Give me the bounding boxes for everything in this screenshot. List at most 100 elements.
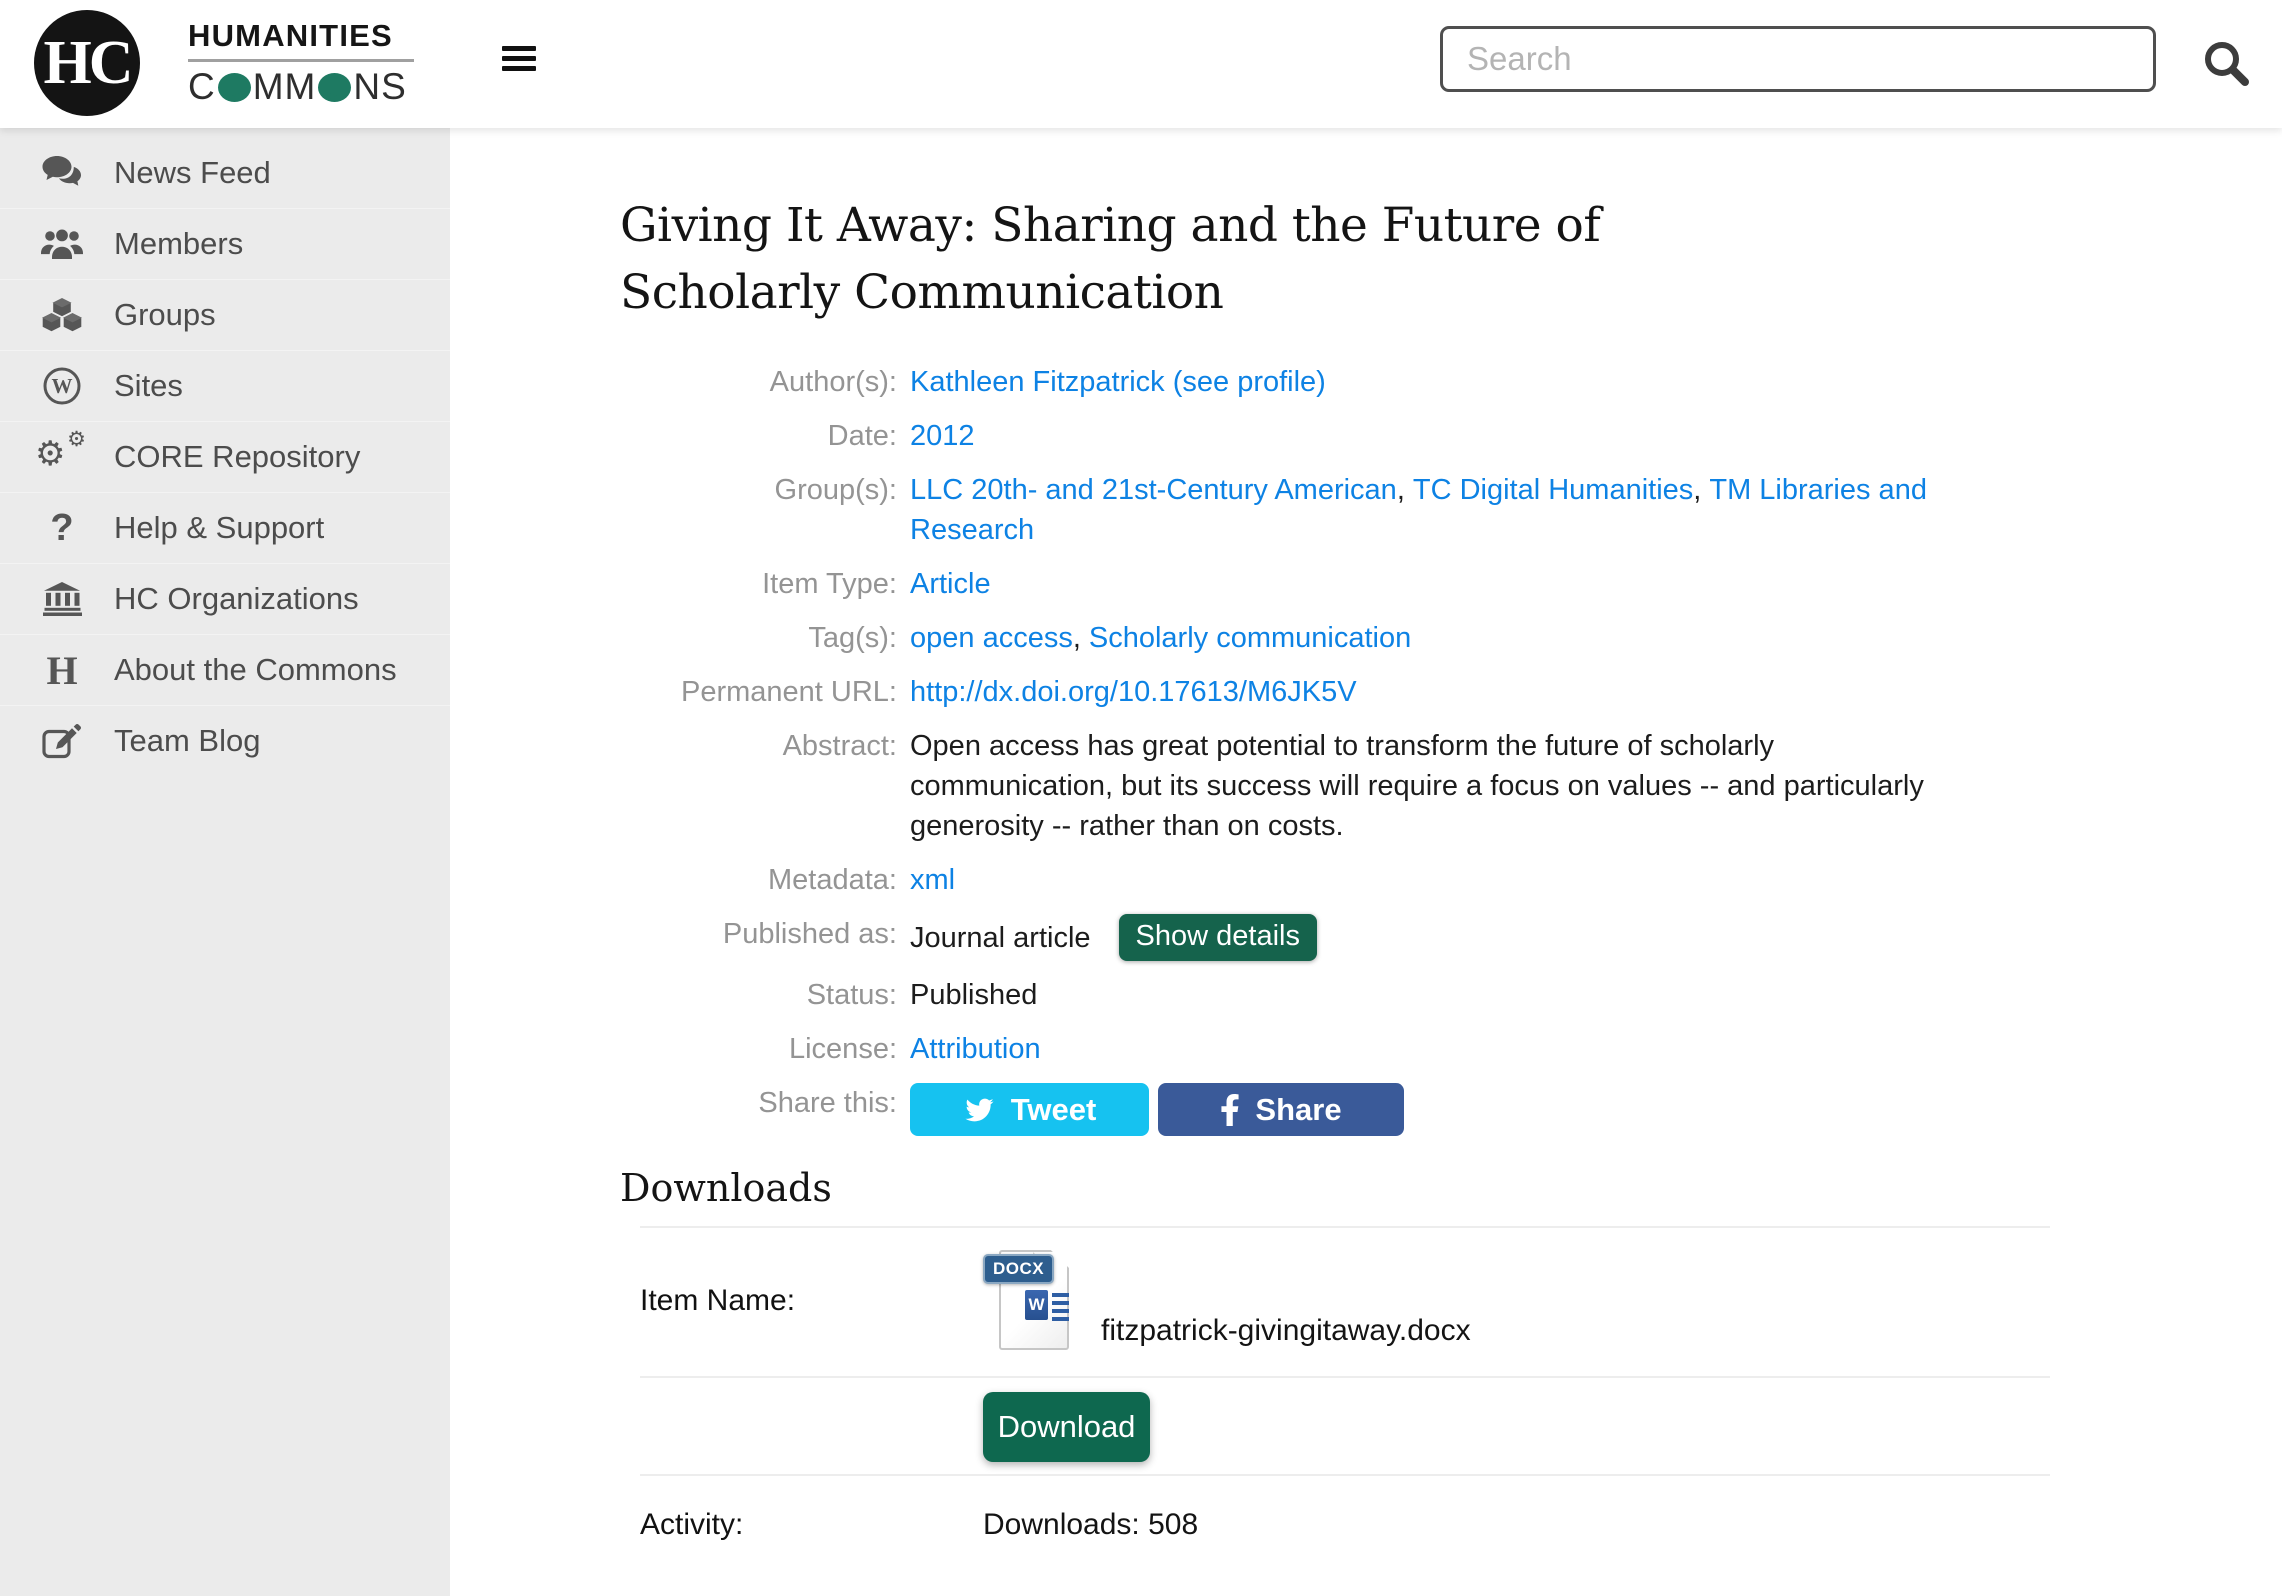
meta-row-metadata: Metadata: xml xyxy=(620,860,2282,900)
logo-commons-mm: MM xyxy=(253,66,317,108)
item-metadata: Author(s): Kathleen Fitzpatrick (see pro… xyxy=(620,362,2282,1136)
sidebar-item-news-feed[interactable]: News Feed xyxy=(0,138,450,208)
download-row: Download xyxy=(620,1378,2085,1474)
word-logo: W xyxy=(1025,1290,1078,1321)
sidebar-item-label: Groups xyxy=(114,297,216,333)
show-details-button[interactable]: Show details xyxy=(1119,914,1317,961)
sidebar-item-label: Members xyxy=(114,226,243,262)
meta-row-author: Author(s): Kathleen Fitzpatrick (see pro… xyxy=(620,362,2282,402)
meta-label: Author(s): xyxy=(620,362,897,402)
sidebar-item-label: HC Organizations xyxy=(114,581,359,617)
activity-row: Activity: Downloads: 508 xyxy=(620,1476,2085,1552)
meta-row-published-as: Published as: Journal article Show detai… xyxy=(620,914,2282,961)
downloads-section: Downloads Item Name: W DOCX fitzpat xyxy=(620,1166,2085,1552)
search-input[interactable] xyxy=(1440,26,2156,92)
tweet-button[interactable]: Tweet xyxy=(910,1083,1149,1136)
published-as-value: Journal article xyxy=(910,918,1091,958)
metadata-xml-link[interactable]: xml xyxy=(910,864,955,896)
facebook-share-button[interactable]: Share xyxy=(1158,1083,1404,1136)
meta-label: Date: xyxy=(620,416,897,456)
meta-label: Item Type: xyxy=(620,564,897,604)
meta-label: Published as: xyxy=(620,914,897,961)
group-link[interactable]: TC Digital Humanities xyxy=(1413,474,1693,506)
sidebar-item-label: About the Commons xyxy=(114,652,397,688)
sidebar-item-core-repository[interactable]: ⚙ ⚙ CORE Repository xyxy=(0,421,450,492)
separator: , xyxy=(1693,474,1701,506)
meta-row-abstract: Abstract: Open access has great potentia… xyxy=(620,726,2282,846)
speech-bubble-icon xyxy=(218,73,251,102)
facebook-icon xyxy=(1220,1093,1240,1127)
separator: , xyxy=(1397,474,1405,506)
group-link[interactable]: LLC 20th- and 21st-Century American xyxy=(910,474,1397,506)
sidebar-item-help-support[interactable]: ? Help & Support xyxy=(0,492,450,563)
meta-label: Tag(s): xyxy=(620,618,897,658)
meta-label: Permanent URL: xyxy=(620,672,897,712)
twitter-icon xyxy=(963,1096,996,1124)
sidebar-item-hc-organizations[interactable]: HC Organizations xyxy=(0,563,450,634)
bank-icon xyxy=(36,582,88,616)
word-w: W xyxy=(1025,1290,1048,1320)
users-icon xyxy=(36,227,88,261)
meta-row-item-type: Item Type: Article xyxy=(620,564,2282,604)
meta-row-license: License: Attribution xyxy=(620,1029,2282,1069)
meta-row-status: Status: Published xyxy=(620,975,2282,1015)
site-logo[interactable]: HUMANITIES C MM NS xyxy=(188,18,414,108)
license-link[interactable]: Attribution xyxy=(910,1033,1041,1065)
hc-logo-badge[interactable]: HC xyxy=(34,10,140,116)
item-type-link[interactable]: Article xyxy=(910,568,991,600)
svg-text:W: W xyxy=(52,374,73,398)
sidebar-item-label: CORE Repository xyxy=(114,439,360,475)
sidebar-item-sites[interactable]: W Sites xyxy=(0,350,450,421)
page-title: Giving It Away: Sharing and the Future o… xyxy=(620,192,1810,326)
meta-row-date: Date: 2012 xyxy=(620,416,2282,456)
sidebar-item-groups[interactable]: Groups xyxy=(0,279,450,350)
file-name: fitzpatrick-givingitaway.docx xyxy=(1101,1314,1471,1354)
sidebar-item-team-blog[interactable]: Team Blog xyxy=(0,705,450,776)
sidebar-item-label: Sites xyxy=(114,368,183,404)
sidebar-item-label: Help & Support xyxy=(114,510,324,546)
cubes-icon xyxy=(36,297,88,333)
tag-link[interactable]: open access xyxy=(910,622,1073,654)
author-link[interactable]: Kathleen Fitzpatrick (see profile) xyxy=(910,366,1326,398)
letter-h-icon: H xyxy=(36,647,88,694)
item-name-label: Item Name: xyxy=(640,1248,983,1354)
gears-icon: ⚙ ⚙ xyxy=(36,435,88,479)
permanent-url-link[interactable]: http://dx.doi.org/10.17613/M6JK5V xyxy=(910,676,1357,708)
activity-value: Downloads: 508 xyxy=(983,1508,1198,1542)
sidebar-item-label: News Feed xyxy=(114,155,271,191)
download-button[interactable]: Download xyxy=(983,1392,1150,1462)
downloads-heading: Downloads xyxy=(620,1166,2085,1210)
status-value: Published xyxy=(910,975,1037,1015)
sidebar-item-about-the-commons[interactable]: H About the Commons xyxy=(0,634,450,705)
edit-icon xyxy=(36,723,88,759)
meta-row-share: Share this: Tweet S xyxy=(620,1083,2282,1136)
item-name-row: Item Name: W DOCX fitzpatrick-givingitaw… xyxy=(620,1228,2085,1376)
sidebar-item-members[interactable]: Members xyxy=(0,208,450,279)
separator: , xyxy=(1073,622,1081,654)
meta-label: Group(s): xyxy=(620,470,897,550)
app-header: HC HUMANITIES C MM NS xyxy=(0,0,2282,128)
menu-hamburger-icon[interactable] xyxy=(502,46,536,71)
docx-file-icon[interactable]: W DOCX xyxy=(983,1248,1075,1354)
sidebar: News Feed Members xyxy=(0,128,450,1596)
file-type-badge: DOCX xyxy=(983,1254,1054,1284)
meta-label: Abstract: xyxy=(620,726,897,846)
date-link[interactable]: 2012 xyxy=(910,420,975,452)
search-icon xyxy=(2198,35,2254,91)
question-icon: ? xyxy=(36,507,88,550)
meta-row-groups: Group(s): LLC 20th- and 21st-Century Ame… xyxy=(620,470,2282,550)
logo-commons: C MM NS xyxy=(188,66,414,108)
activity-label: Activity: xyxy=(640,1508,983,1542)
share-label: Share xyxy=(1255,1092,1341,1128)
abstract-text: Open access has great potential to trans… xyxy=(910,726,1970,846)
comments-icon xyxy=(36,155,88,191)
tag-link[interactable]: Scholarly communication xyxy=(1089,622,1411,654)
logo-commons-ns: NS xyxy=(353,66,406,108)
humanities-commons-page: HC HUMANITIES C MM NS xyxy=(0,0,2282,1596)
search-button[interactable] xyxy=(2196,34,2256,94)
meta-row-tags: Tag(s): open access,Scholarly communicat… xyxy=(620,618,2282,658)
main-content: Giving It Away: Sharing and the Future o… xyxy=(450,128,2282,1596)
logo-divider xyxy=(188,59,414,62)
meta-row-permanent-url: Permanent URL: http://dx.doi.org/10.1761… xyxy=(620,672,2282,712)
logo-humanities: HUMANITIES xyxy=(188,18,414,54)
